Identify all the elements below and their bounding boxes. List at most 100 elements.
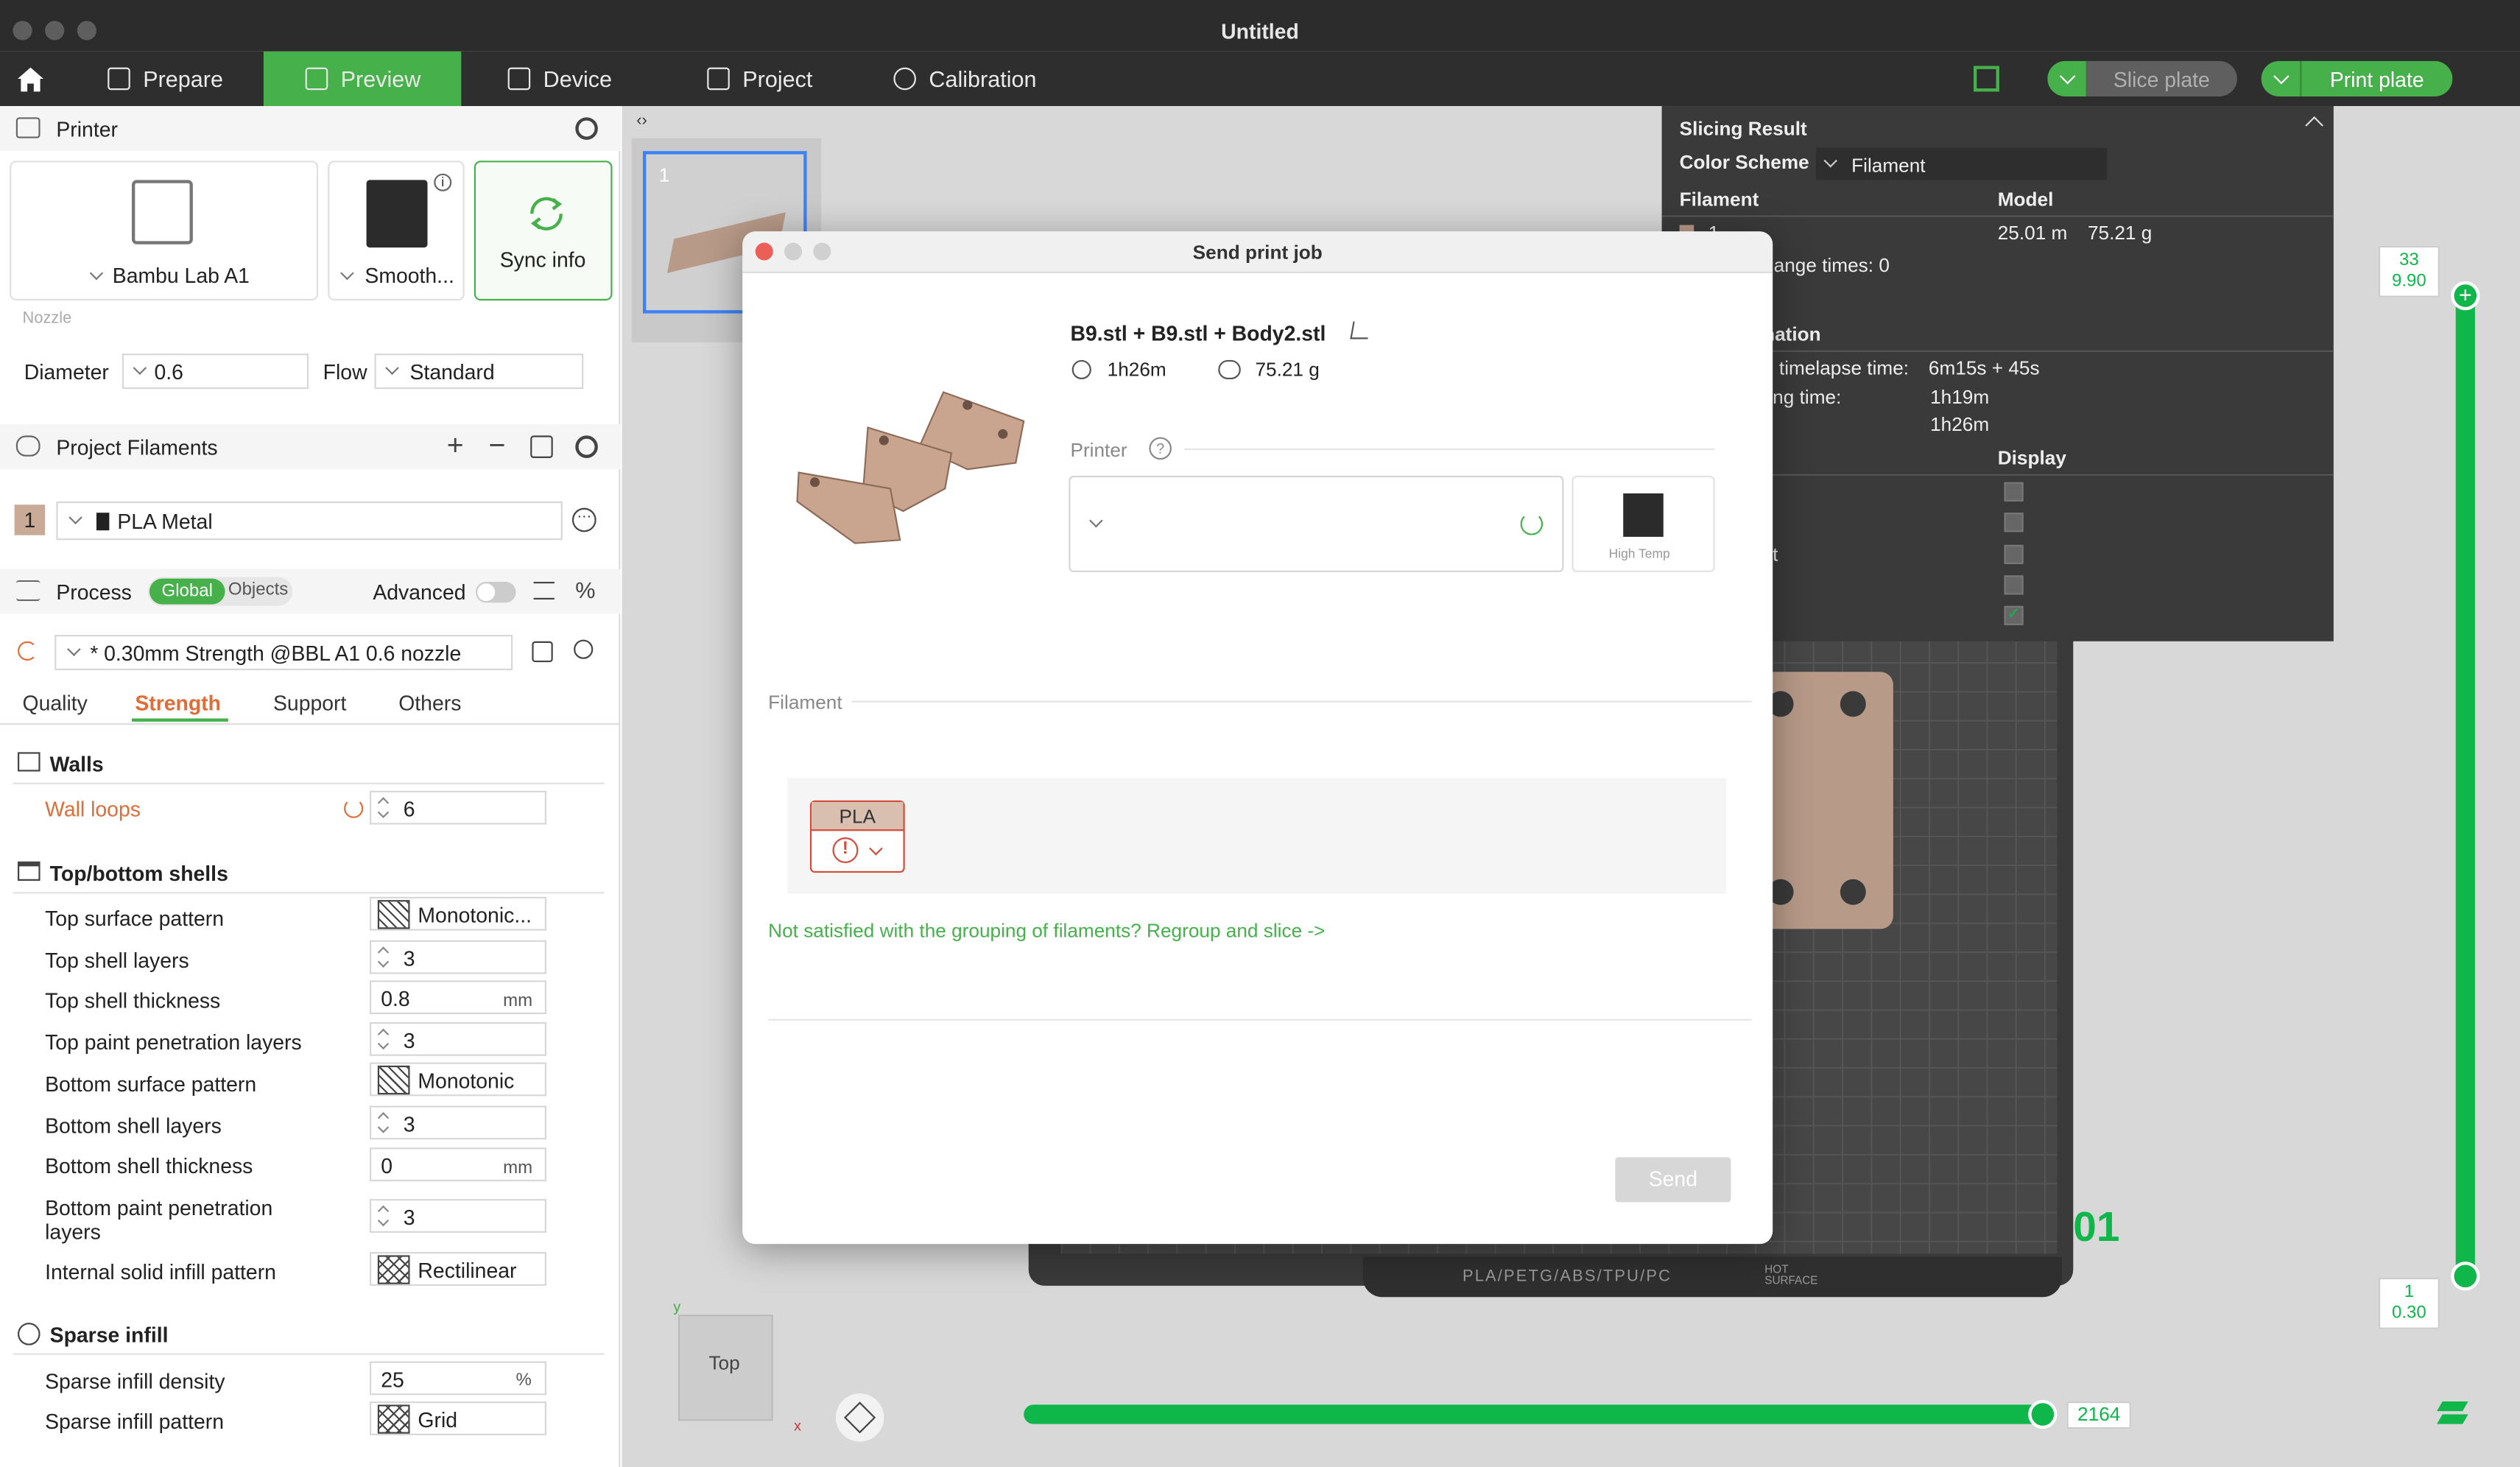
stepper-icon[interactable] bbox=[376, 794, 389, 823]
print-dropdown-button[interactable] bbox=[2261, 60, 2302, 96]
tab-preview[interactable]: Preview bbox=[263, 51, 462, 107]
printer-card[interactable]: Bambu Lab A1 bbox=[10, 161, 319, 301]
bottom-shell-layers-input[interactable]: 3 bbox=[369, 1105, 547, 1140]
display-checkbox-checked[interactable]: ✓ bbox=[2004, 605, 2024, 625]
dialog-title: Send print job bbox=[742, 231, 1773, 274]
topbottom-title: Top/bottom shells bbox=[49, 861, 228, 886]
regroup-link[interactable]: Not satisfied with the grouping of filam… bbox=[768, 919, 1325, 942]
stepper-icon[interactable] bbox=[376, 1109, 389, 1138]
sparse-infill-icon bbox=[18, 1323, 41, 1345]
bottom-shell-thickness-input[interactable]: 0 mm bbox=[369, 1147, 547, 1182]
display-column-header: Display bbox=[1997, 446, 2066, 470]
tab-calibration[interactable]: Calibration bbox=[893, 52, 1086, 106]
save-preset-icon[interactable] bbox=[532, 641, 553, 663]
color-scheme-label: Color Scheme bbox=[1679, 151, 1809, 174]
tab-project[interactable]: Project bbox=[707, 52, 867, 106]
chevron-down-icon bbox=[869, 842, 883, 856]
sync-info-button[interactable]: Sync info bbox=[474, 161, 613, 301]
job-file-name: B9.stl + B9.stl + Body2.stl bbox=[1070, 321, 1326, 346]
help-icon[interactable]: ? bbox=[1149, 437, 1172, 460]
layout-icon[interactable] bbox=[1973, 66, 1999, 92]
plate-card[interactable]: i Smooth... bbox=[328, 161, 465, 301]
wall-loops-input[interactable]: 6 bbox=[369, 790, 547, 825]
sparse-infill-pattern-select[interactable]: Grid bbox=[369, 1401, 547, 1435]
layer-slider-bottom-handle[interactable] bbox=[2451, 1262, 2480, 1291]
slice-plate-button[interactable]: Slice plate bbox=[2086, 60, 2237, 96]
global-objects-toggle[interactable]: Global Objects bbox=[147, 577, 293, 606]
move-slider-handle[interactable] bbox=[2027, 1399, 2057, 1429]
printer-select[interactable] bbox=[1069, 475, 1564, 572]
home-icon[interactable] bbox=[15, 63, 47, 95]
top-paint-penetration-input[interactable]: 3 bbox=[369, 1022, 547, 1056]
top-shell-thickness-input[interactable]: 0.8 mm bbox=[369, 980, 547, 1015]
remove-filament-icon[interactable]: − bbox=[488, 429, 505, 463]
collapse-sidebar-icon[interactable]: ‹› bbox=[636, 113, 647, 130]
more-options-icon[interactable]: ··· bbox=[571, 507, 596, 532]
refresh-icon[interactable] bbox=[1520, 513, 1544, 535]
tab-support[interactable]: Support bbox=[273, 691, 346, 715]
flow-select[interactable]: Standard bbox=[374, 353, 584, 390]
chevron-down-icon bbox=[1823, 153, 1838, 168]
process-preset-select[interactable]: * 0.30mm Strength @BBL A1 0.6 nozzle bbox=[54, 635, 513, 671]
view-cube-label: Top bbox=[708, 1351, 740, 1374]
view-cube[interactable]: Top bbox=[677, 1315, 773, 1421]
bottom-surface-pattern-label: Bottom surface pattern bbox=[45, 1072, 257, 1097]
top-shell-layers-input[interactable]: 3 bbox=[369, 940, 547, 974]
stepper-icon[interactable] bbox=[376, 1025, 389, 1054]
diameter-select[interactable]: 0.6 bbox=[122, 353, 309, 390]
add-filament-icon[interactable]: + bbox=[447, 429, 464, 463]
print-plate-button[interactable]: Print plate bbox=[2301, 60, 2453, 96]
layers-icon bbox=[2437, 1401, 2468, 1412]
sparse-infill-density-input[interactable]: 25 % bbox=[369, 1361, 547, 1396]
model-preview[interactable] bbox=[1756, 672, 1893, 929]
advanced-label: Advanced bbox=[373, 580, 466, 605]
advanced-switch[interactable] bbox=[475, 582, 516, 603]
tab-quality[interactable]: Quality bbox=[23, 691, 88, 715]
auto-orient-button[interactable] bbox=[835, 1393, 884, 1442]
stepper-icon[interactable] bbox=[376, 1202, 389, 1231]
tab-strength[interactable]: Strength bbox=[135, 691, 221, 715]
filament-chip[interactable]: PLA ! bbox=[809, 800, 905, 873]
display-checkbox[interactable] bbox=[2004, 482, 2024, 502]
edit-name-icon[interactable] bbox=[1350, 321, 1371, 340]
layer-slider-top-handle[interactable]: + bbox=[2451, 281, 2480, 311]
tab-prepare[interactable]: Prepare bbox=[103, 52, 264, 106]
tab-divider bbox=[0, 723, 621, 725]
dialog-close-button[interactable] bbox=[755, 242, 773, 261]
internal-solid-infill-select[interactable]: Rectilinear bbox=[369, 1252, 547, 1286]
stepper-icon[interactable] bbox=[376, 943, 389, 972]
diameter-label: Diameter bbox=[24, 359, 109, 384]
title-bar: Untitled bbox=[0, 0, 2520, 52]
color-scheme-select[interactable]: Filament bbox=[1816, 147, 2108, 180]
list-icon[interactable] bbox=[533, 582, 555, 600]
display-checkbox[interactable] bbox=[2004, 575, 2024, 595]
slice-dropdown-button[interactable] bbox=[2047, 60, 2086, 96]
reset-wall-loops-icon[interactable] bbox=[344, 798, 364, 818]
printer-settings-gear-icon[interactable] bbox=[575, 117, 598, 140]
layer-slider-track[interactable] bbox=[2455, 295, 2475, 1280]
info-icon[interactable]: i bbox=[434, 173, 452, 191]
filament-grouping-icon[interactable] bbox=[530, 435, 553, 458]
bottom-surface-pattern-select[interactable]: Monotonic bbox=[369, 1062, 547, 1097]
search-icon[interactable] bbox=[574, 639, 594, 659]
collapse-panel-icon[interactable] bbox=[2305, 116, 2324, 135]
filament-settings-gear-icon[interactable] bbox=[575, 435, 598, 458]
warning-icon: ! bbox=[832, 837, 859, 863]
reset-icon[interactable] bbox=[18, 641, 38, 661]
tab-device[interactable]: Device bbox=[507, 52, 669, 106]
filament-index-badge[interactable]: 1 bbox=[14, 504, 46, 535]
display-checkbox[interactable] bbox=[2004, 544, 2024, 565]
send-button[interactable]: Send bbox=[1615, 1157, 1731, 1203]
move-slider-track[interactable] bbox=[1024, 1404, 2052, 1424]
bottom-paint-penetration-input[interactable]: 3 bbox=[369, 1199, 547, 1233]
plate-type-card[interactable]: High Temp bbox=[1572, 475, 1715, 572]
top-surface-pattern-select[interactable]: Monotonic... bbox=[369, 896, 547, 931]
display-checkbox[interactable] bbox=[2004, 513, 2024, 532]
tab-others[interactable]: Others bbox=[398, 691, 461, 715]
internal-solid-infill-label: Internal solid infill pattern bbox=[45, 1260, 276, 1284]
filament-select[interactable]: PLA Metal bbox=[56, 501, 563, 541]
compare-icon[interactable]: % bbox=[575, 577, 595, 602]
layers-toggle-button[interactable] bbox=[2437, 1399, 2472, 1431]
toggle-objects[interactable]: Objects bbox=[228, 580, 288, 599]
toggle-global[interactable]: Global bbox=[149, 578, 225, 605]
